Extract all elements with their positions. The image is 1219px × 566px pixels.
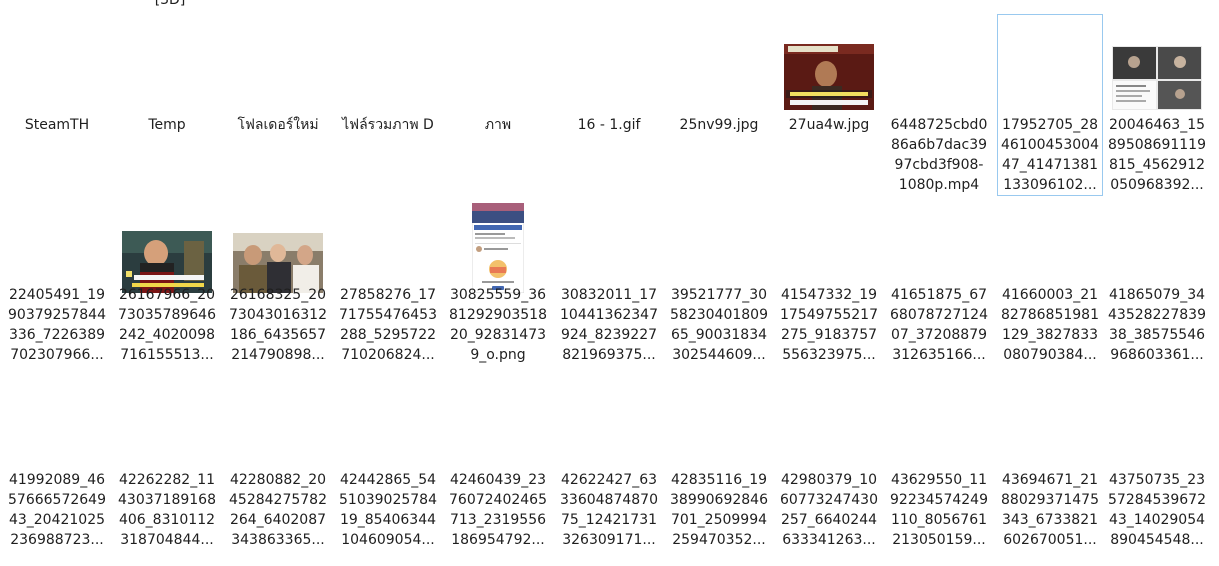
file-explorer-icon-view: [3D] SteamTH Temp โฟลเดอร์ใหม่ ไฟล์รวมภาพ D…: [0, 0, 1219, 566]
file-item[interactable]: โฟลเดอร์ใหม่: [225, 14, 331, 196]
file-item[interactable]: 30825559_36 81292903518 20_92831473 9_o.…: [445, 200, 551, 380]
file-item[interactable]: 26167966_20 73035789646 242_4020098 7161…: [114, 200, 220, 380]
file-item[interactable]: 17952705_28 46100453004 47_41471381 1330…: [997, 14, 1103, 196]
file-item[interactable]: 42835116_19 38990692846 701_2509994 2594…: [666, 385, 772, 565]
file-name-label: 42460439_23 76072402465 713_2319556 1869…: [449, 472, 547, 548]
screenshot-collage-thumbnail: [1105, 15, 1209, 110]
file-item[interactable]: 27858276_17 71755476453 288_5295722 7102…: [335, 200, 441, 380]
file-item[interactable]: 41992089_46 57666572649 43_20421025 2369…: [4, 385, 110, 565]
file-item[interactable]: 16 - 1.gif: [556, 14, 662, 196]
file-name-label: 26167966_20 73035789646 242_4020098 7161…: [118, 287, 216, 363]
file-name-label: 17952705_28 46100453004 47_41471381 1330…: [1001, 117, 1099, 193]
file-item[interactable]: 27ua4w.jpg: [776, 14, 882, 196]
file-name-label: 42280882_20 45284275782 264_6402087 3438…: [229, 472, 327, 548]
file-name-label: 26168325_20 73043016312 186_6435657 2147…: [229, 287, 327, 363]
file-name-label: 41992089_46 57666572649 43_20421025 2369…: [8, 472, 106, 548]
file-name-label: 41547332_19 17549755217 275_9183757 5563…: [780, 287, 878, 363]
file-name-label: 42622427_63 33604874870 75_12421731 3263…: [560, 472, 658, 548]
file-item[interactable]: 42460439_23 76072402465 713_2319556 1869…: [445, 385, 551, 565]
file-name-label: โฟลเดอร์ใหม่: [237, 117, 319, 133]
file-name-label: SteamTH: [24, 117, 90, 133]
file-name-label: 30825559_36 81292903518 20_92831473 9_o.…: [449, 287, 547, 363]
file-item[interactable]: 41660003_21 82786851981 129_3827833 0807…: [997, 200, 1103, 380]
file-name-label: 30832011_17 10441362347 924_8239227 8219…: [560, 287, 658, 363]
file-item[interactable]: 42442865_54 51039025784 19_85406344 1046…: [335, 385, 441, 565]
file-item[interactable]: 43694671_21 88029371475 343_6733821 6026…: [997, 385, 1103, 565]
file-item[interactable]: 41865079_34 43528227839 38_38575546 9686…: [1104, 200, 1210, 380]
file-item[interactable]: 41651875_67 68078727124 07_37208879 3126…: [886, 200, 992, 380]
file-name-label: ไฟล์รวมภาพ D: [342, 117, 434, 133]
file-name-label: 27858276_17 71755476453 288_5295722 7102…: [339, 287, 437, 363]
file-name-label: 43629550_11 92234574249 110_8056761 2130…: [890, 472, 988, 548]
photo-meme-man-thumbnail: [777, 15, 881, 110]
file-item[interactable]: SteamTH: [4, 14, 110, 196]
file-name-label: 16 - 1.gif: [577, 117, 641, 133]
file-item[interactable]: 43629550_11 92234574249 110_8056761 2130…: [886, 385, 992, 565]
file-name-label: 42442865_54 51039025784 19_85406344 1046…: [339, 472, 437, 548]
file-item[interactable]: 6448725cbd0 86a6b7dac39 97cbd3f908- 1080…: [886, 14, 992, 196]
file-item[interactable]: 22405491_19 90379257844 336_7226389 7023…: [4, 200, 110, 380]
file-item[interactable]: 42980379_10 60773247430 257_6640244 6333…: [776, 385, 882, 565]
file-name-label: 42835116_19 38990692846 701_2509994 2594…: [670, 472, 768, 548]
file-item[interactable]: 25nv99.jpg: [666, 14, 772, 196]
file-item[interactable]: 30832011_17 10441362347 924_8239227 8219…: [556, 200, 662, 380]
file-item[interactable]: ไฟล์รวมภาพ D: [335, 14, 441, 196]
file-item[interactable]: 41547332_19 17549755217 275_9183757 5563…: [776, 200, 882, 380]
file-name-label: 25nv99.jpg: [679, 117, 759, 133]
file-item[interactable]: 42280882_20 45284275782 264_6402087 3438…: [225, 385, 331, 565]
photo-captain-thumbnail: [115, 201, 219, 293]
file-item[interactable]: 26168325_20 73043016312 186_6435657 2147…: [225, 200, 331, 380]
file-name-label: 20046463_15 89508691119 815_4562912 0509…: [1108, 117, 1206, 193]
file-item[interactable]: 42262282_11 43037189168 406_8310112 3187…: [114, 385, 220, 565]
file-item[interactable]: 39521777_30 58230401809 65_90031834 3025…: [666, 200, 772, 380]
file-item[interactable]: 20046463_15 89508691119 815_4562912 0509…: [1104, 14, 1210, 196]
file-name-label: 42980379_10 60773247430 257_6640244 6333…: [780, 472, 878, 548]
file-name-label: 41651875_67 68078727124 07_37208879 3126…: [890, 287, 988, 363]
file-item[interactable]: 43750735_23 57284539672 43_14029054 8904…: [1104, 385, 1210, 565]
file-name-label: 43694671_21 88029371475 343_6733821 6026…: [1001, 472, 1099, 548]
file-name-label: 43750735_23 57284539672 43_14029054 8904…: [1108, 472, 1206, 548]
file-name-label: 6448725cbd0 86a6b7dac39 97cbd3f908- 1080…: [890, 117, 988, 193]
file-name-label: 41865079_34 43528227839 38_38575546 9686…: [1108, 287, 1206, 363]
file-name-label: ภาพ: [484, 117, 512, 133]
file-name-label: 41660003_21 82786851981 129_3827833 0807…: [1001, 287, 1099, 363]
file-name-label: 39521777_30 58230401809 65_90031834 3025…: [670, 287, 768, 363]
photo-group-thumbnail: [226, 201, 330, 293]
partial-folder-label: [3D]: [154, 0, 186, 8]
file-name-label: 42262282_11 43037189168 406_8310112 3187…: [118, 472, 216, 548]
file-name-label: Temp: [148, 117, 186, 133]
file-item[interactable]: 42622427_63 33604874870 75_12421731 3263…: [556, 385, 662, 565]
file-name-label: 22405491_19 90379257844 336_7226389 7023…: [8, 287, 106, 363]
file-name-label: 27ua4w.jpg: [788, 117, 870, 133]
phone-screenshot-thumbnail: [446, 201, 550, 293]
file-item[interactable]: Temp: [114, 14, 220, 196]
file-item[interactable]: ภาพ: [445, 14, 551, 196]
